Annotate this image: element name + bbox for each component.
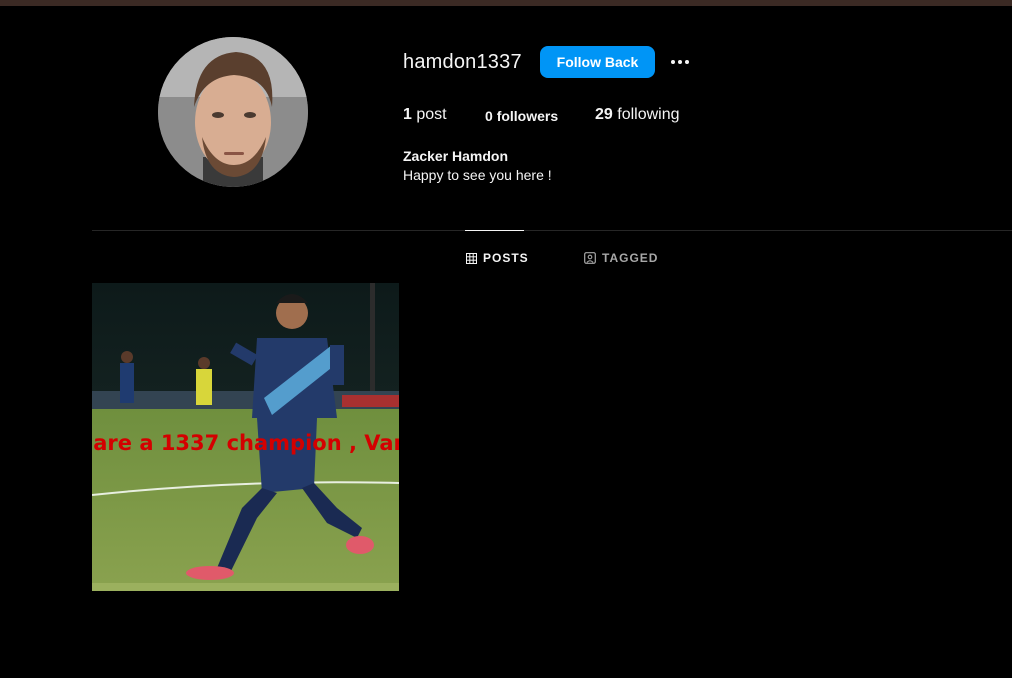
more-options-icon[interactable] (667, 50, 693, 74)
avatar-photo (158, 37, 308, 187)
window-top-strip (0, 0, 1012, 6)
post-thumbnail[interactable]: u are a 1337 champion , Vam (92, 283, 399, 591)
follow-back-button[interactable]: Follow Back (540, 46, 655, 78)
following-stat[interactable]: 29 following (595, 106, 680, 124)
followers-stat[interactable]: 0 followers (485, 108, 558, 124)
tagged-icon (584, 252, 596, 264)
tab-posts-label: POSTS (483, 251, 529, 265)
tab-posts[interactable]: POSTS (466, 250, 529, 266)
following-label: following (617, 106, 680, 123)
profile-username: hamdon1337 (403, 51, 522, 73)
posts-label: post (416, 106, 447, 123)
tab-tagged[interactable]: TAGGED (584, 250, 658, 266)
profile-bio: Happy to see you here ! (403, 167, 552, 183)
followers-label: followers (496, 108, 559, 124)
profile-full-name: Zacker Hamdon (403, 148, 509, 164)
post-overlay-caption: u are a 1337 champion , Vam (92, 431, 399, 455)
posts-count: 1 (403, 106, 412, 123)
posts-count-stat: 1 post (403, 106, 447, 124)
following-count: 29 (595, 106, 613, 123)
grid-icon (466, 252, 477, 264)
tab-tagged-label: TAGGED (602, 251, 659, 265)
active-tab-indicator (465, 230, 524, 231)
profile-avatar[interactable] (158, 37, 308, 187)
section-divider (92, 230, 1012, 231)
followers-count: 0 (485, 108, 493, 124)
